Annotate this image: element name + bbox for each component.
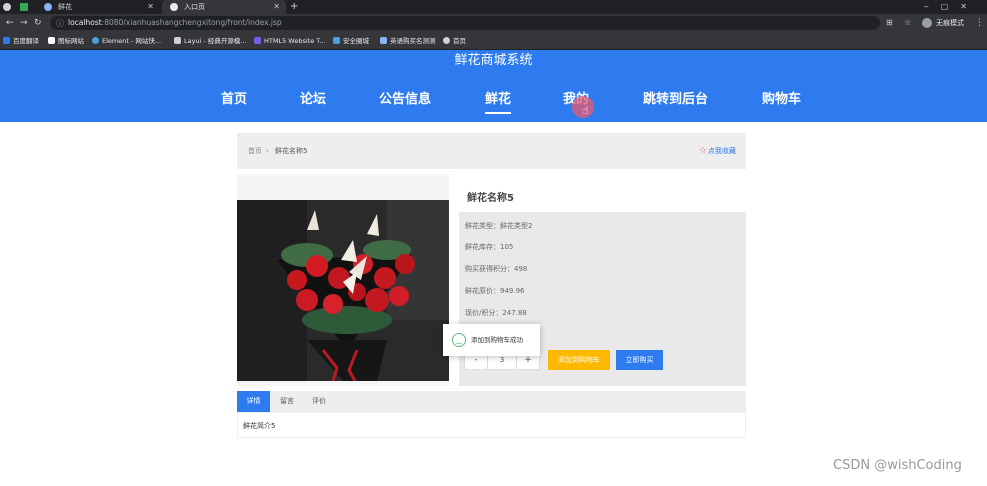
bookmark-label: 首页: [453, 37, 466, 45]
bookmark-label: 安全圈城: [343, 37, 369, 45]
nav-notice[interactable]: 公告信息: [379, 90, 431, 110]
menu-icon[interactable]: ⋮: [975, 16, 984, 30]
nav-admin[interactable]: 跳转到后台: [643, 90, 708, 110]
browser-tab-bar: 鲜花 ✕ 入口页 ✕ + ‒▢✕: [0, 0, 987, 14]
bookmark-item[interactable]: Layui - 经典开源模...: [174, 32, 247, 50]
breadcrumb-home[interactable]: 首页: [248, 133, 262, 169]
url-host: localhost: [68, 18, 102, 27]
element-icon: [92, 37, 99, 44]
breadcrumb-separator: ›: [266, 147, 269, 155]
url-text: localhost:8080/xianhuashangchengxitong/f…: [68, 16, 282, 30]
bookmark-item[interactable]: 安全圈城: [333, 32, 369, 50]
site-title: 鲜花商城系统: [454, 53, 533, 68]
product-name: 鲜花名称5: [467, 193, 514, 204]
back-icon[interactable]: ←: [6, 16, 14, 30]
globe-icon: [443, 37, 450, 44]
html5-icon: [254, 37, 261, 44]
toast-notification: ‿ 添加到购物车成功: [443, 324, 540, 356]
bookmark-label: Layui - 经典开源模...: [184, 37, 247, 45]
hand-cursor-icon: ☝: [582, 104, 589, 117]
bookmark-icon: [3, 37, 10, 44]
bouquet-image: [237, 200, 449, 381]
product-current-price: 现价/积分：247.88: [465, 309, 527, 317]
product-original-price: 鲜花原价：949.96: [465, 287, 525, 295]
product-description: 鲜花简介5: [243, 422, 276, 430]
toast-message: 添加到购物车成功: [471, 336, 523, 344]
bookmarks-bar: 百度翻译 图标网站 Element - 网站快... Layui - 经典开源模…: [0, 32, 987, 50]
bookmark-item[interactable]: 首页: [443, 32, 466, 50]
product-photo: [237, 200, 449, 381]
layui-icon: [174, 37, 181, 44]
collect-link[interactable]: ☆点我收藏: [699, 133, 736, 169]
bookmark-label: HTML5 Website T...: [264, 37, 326, 45]
incognito-label: 无痕模式: [936, 19, 964, 27]
bookmark-item[interactable]: 百度翻译: [3, 32, 39, 50]
reload-icon[interactable]: ↻: [34, 16, 42, 30]
add-to-cart-button[interactable]: 添加到购物车: [548, 350, 610, 370]
page-favicon-icon: [44, 3, 52, 11]
page-favicon-icon: [170, 3, 178, 11]
url-path: :8080/xianhuashangchengxitong/front/inde…: [101, 18, 282, 27]
browser-tab-flower[interactable]: 鲜花 ✕: [36, 0, 160, 14]
breadcrumb: 首页 › 鲜花名称5 ☆点我收藏: [237, 133, 746, 169]
bookmark-label: Element - 网站快...: [102, 37, 162, 45]
tab-reviews[interactable]: 评价: [305, 391, 333, 412]
translate-icon[interactable]: ⊞: [886, 16, 893, 30]
bookmark-item[interactable]: 图标网站: [48, 32, 84, 50]
tab-panel: 鲜花简介5: [237, 412, 746, 438]
collect-label: 点我收藏: [708, 147, 736, 155]
bookmark-star-icon[interactable]: ☆: [904, 16, 911, 30]
product-stock: 鲜花库存：105: [465, 243, 514, 251]
browser-tab-grid[interactable]: [16, 0, 32, 14]
url-input[interactable]: ⓘ localhost:8080/xianhuashangchengxitong…: [50, 16, 880, 30]
browser-tab-label: 鲜花: [58, 3, 72, 11]
nav-forum[interactable]: 论坛: [300, 90, 326, 110]
smile-icon: ‿: [452, 333, 466, 347]
watermark: CSDN @wishCoding: [833, 458, 962, 473]
flag-icon: [48, 37, 55, 44]
browser-tab-entry[interactable]: 入口页 ✕: [162, 0, 286, 14]
product-type: 鲜花类型：鲜花类型2: [465, 222, 533, 230]
bookmark-label: 图标网站: [58, 37, 84, 45]
bookmark-icon: [333, 37, 340, 44]
tab-comments[interactable]: 留言: [273, 391, 301, 412]
buy-now-button[interactable]: 立即购买: [616, 350, 663, 370]
bookmark-label: 百度翻译: [13, 37, 39, 45]
new-tab-button[interactable]: +: [290, 0, 298, 13]
forward-icon[interactable]: →: [20, 16, 28, 30]
app-icon: [3, 3, 11, 11]
close-tab-icon[interactable]: ✕: [147, 0, 154, 14]
info-icon[interactable]: ⓘ: [56, 18, 64, 29]
nav-flowers[interactable]: 鲜花: [485, 90, 512, 114]
site-header: 鲜花商城系统 首页 论坛 公告信息 鲜花 我的 跳转到后台 购物车: [0, 50, 987, 122]
grid-icon: [20, 3, 28, 11]
browser-tab-label: 入口页: [184, 3, 205, 11]
nav-home[interactable]: 首页: [221, 90, 247, 110]
star-icon: ☆: [698, 146, 707, 156]
bookmark-item[interactable]: 英语购买名测测: [380, 32, 436, 50]
address-bar-row: ← → ↻ ⓘ localhost:8080/xianhuashangcheng…: [0, 14, 987, 32]
close-tab-icon[interactable]: ✕: [273, 0, 280, 14]
detail-tabs: 详情 留言 评价: [237, 391, 746, 412]
browser-tab-app[interactable]: [0, 0, 14, 14]
bookmark-label: 英语购买名测测: [390, 37, 436, 45]
bookmark-item[interactable]: Element - 网站快...: [92, 32, 161, 50]
bookmark-icon: [380, 37, 387, 44]
breadcrumb-current: 鲜花名称5: [275, 147, 308, 155]
window-controls[interactable]: ‒▢✕: [924, 0, 979, 14]
nav-cart[interactable]: 购物车: [762, 90, 801, 110]
incognito-indicator[interactable]: 无痕模式: [922, 17, 964, 29]
bookmark-item[interactable]: HTML5 Website T...: [254, 32, 326, 50]
tab-detail[interactable]: 详情: [237, 391, 270, 412]
product-points: 购买获得积分：498: [465, 265, 528, 273]
incognito-icon: [922, 18, 932, 28]
